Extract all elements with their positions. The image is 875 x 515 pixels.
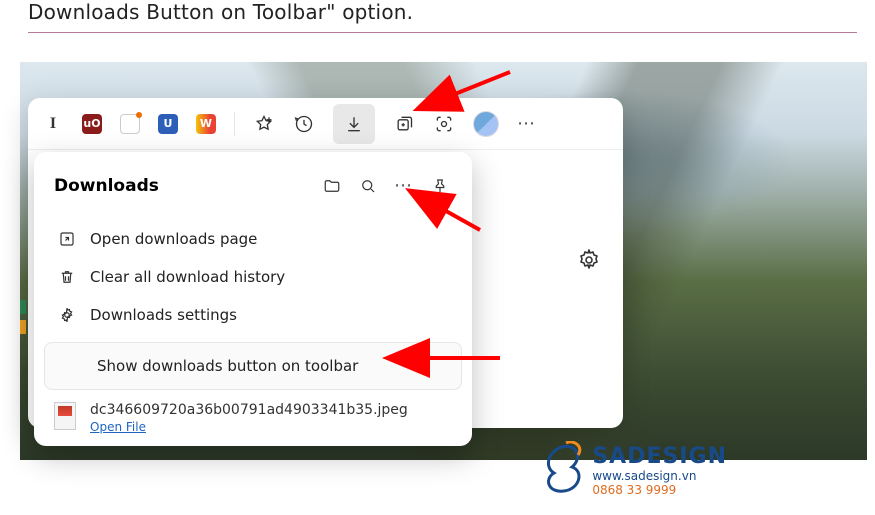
panel-title: Downloads	[54, 176, 312, 196]
downloads-toolbar-button[interactable]	[333, 104, 375, 144]
menu-open-downloads-page[interactable]: Open downloads page	[44, 220, 462, 258]
watermark-phone: 0868 33 9999	[592, 483, 727, 497]
more-options-icon[interactable]: ⋯	[388, 170, 420, 202]
favorites-icon[interactable]	[253, 113, 275, 135]
side-accent	[20, 320, 26, 334]
menu-label: Downloads settings	[90, 306, 237, 324]
search-icon[interactable]	[352, 170, 384, 202]
history-icon[interactable]	[293, 113, 315, 135]
download-filename: dc346609720a36b00791ad4903341b35.jpeg	[90, 402, 408, 418]
profile-avatar[interactable]	[473, 111, 499, 137]
page-settings-gear-icon[interactable]	[577, 248, 601, 276]
menu-label: Clear all download history	[90, 268, 285, 286]
article-snippet: Downloads Button on Toolbar" option.	[0, 0, 875, 32]
ublock-icon[interactable]: uO	[82, 114, 102, 134]
side-accent	[20, 300, 26, 314]
watermark-url: www.sadesign.vn	[592, 469, 727, 483]
downloads-panel: Downloads ⋯ Open downloads page Clear al…	[34, 152, 472, 446]
share-extension-icon[interactable]	[120, 114, 140, 134]
extension-icon[interactable]: I	[42, 113, 64, 135]
w-extension-icon[interactable]: W	[196, 114, 216, 134]
screenshot-icon[interactable]	[433, 113, 455, 135]
menu-clear-history[interactable]: Clear all download history	[44, 258, 462, 296]
pin-icon[interactable]	[424, 170, 456, 202]
open-folder-icon[interactable]	[316, 170, 348, 202]
menu-downloads-settings[interactable]: Downloads settings	[44, 296, 462, 334]
downloads-menu: Open downloads page Clear all download h…	[44, 216, 462, 336]
file-thumbnail-icon	[54, 402, 76, 430]
bitwarden-icon[interactable]: U	[158, 114, 178, 134]
watermark-logo-icon	[538, 441, 586, 497]
download-open-file-link[interactable]: Open File	[90, 420, 408, 434]
browser-window: I uO U W ⋯ Downloads	[28, 98, 623, 428]
watermark-brand: SADESIGN	[592, 444, 727, 469]
divider	[234, 112, 235, 136]
menu-label: Show downloads button on toolbar	[97, 357, 358, 375]
more-menu-icon[interactable]: ⋯	[517, 115, 537, 133]
browser-toolbar: I uO U W ⋯	[28, 98, 623, 150]
horizontal-rule	[28, 32, 857, 33]
menu-show-button-on-toolbar[interactable]: Show downloads button on toolbar	[44, 342, 462, 390]
collections-icon[interactable]	[393, 113, 415, 135]
panel-header: Downloads ⋯	[34, 160, 472, 216]
menu-label: Open downloads page	[90, 230, 257, 248]
download-entry[interactable]: dc346609720a36b00791ad4903341b35.jpeg Op…	[34, 390, 472, 440]
watermark: SADESIGN www.sadesign.vn 0868 33 9999	[538, 441, 727, 497]
